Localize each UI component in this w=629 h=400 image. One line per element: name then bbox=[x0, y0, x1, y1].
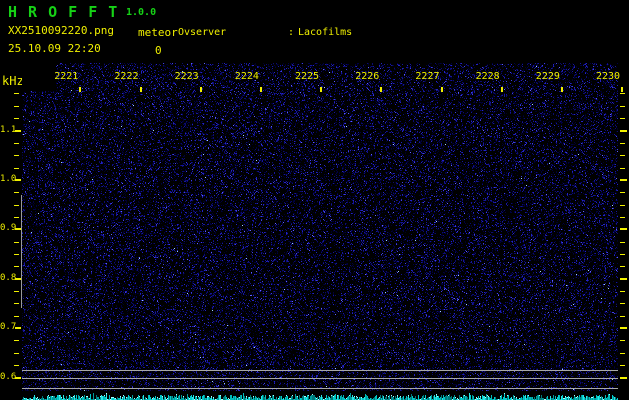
y-axis-minor-tick bbox=[14, 316, 19, 317]
y-axis-minor-tick bbox=[14, 155, 19, 156]
y-axis-minor-tick-right bbox=[620, 93, 625, 94]
y-axis-unit-label: kHz bbox=[2, 74, 24, 88]
y-axis-minor-tick-right bbox=[620, 303, 625, 304]
y-axis-minor-tick bbox=[14, 118, 19, 119]
observation-datetime: 25.10.09 22:20 bbox=[8, 42, 101, 55]
y-axis-major-tick-right bbox=[620, 179, 627, 181]
y-axis-minor-tick bbox=[14, 340, 19, 341]
marker-line-1 bbox=[22, 370, 618, 371]
y-axis-minor-tick bbox=[14, 353, 19, 354]
y-axis-minor-tick-right bbox=[620, 291, 625, 292]
y-axis-minor-tick bbox=[14, 365, 19, 366]
y-axis-minor-tick-right bbox=[620, 217, 625, 218]
hrofft-window: H R O F F T 1.0.0 XX2510092220.png meteo… bbox=[0, 0, 629, 400]
y-axis-minor-tick-right bbox=[620, 155, 625, 156]
y-axis-minor-tick bbox=[14, 168, 19, 169]
output-filename: XX2510092220.png bbox=[8, 24, 114, 37]
x-axis-tick-label: 2229 bbox=[534, 71, 560, 82]
x-axis-tick bbox=[200, 87, 202, 92]
x-axis-tick bbox=[441, 87, 443, 92]
mode-label: meteor bbox=[138, 26, 178, 39]
x-axis-tick-label: 2227 bbox=[414, 71, 440, 82]
marker-line-3 bbox=[22, 388, 618, 389]
y-axis-minor-tick bbox=[14, 266, 19, 267]
y-axis-minor-tick bbox=[14, 242, 19, 243]
x-axis-tick-label: 2222 bbox=[113, 71, 139, 82]
info-label: Ovserver bbox=[178, 27, 288, 39]
y-axis-major-tick-right bbox=[620, 327, 627, 329]
signal-level-trace bbox=[22, 392, 618, 400]
y-axis-minor-tick bbox=[14, 205, 19, 206]
info-row-observer: Ovserver: Lacofilms bbox=[178, 27, 436, 39]
y-axis-minor-tick-right bbox=[620, 340, 625, 341]
y-axis-minor-tick bbox=[14, 303, 19, 304]
y-axis-minor-tick bbox=[14, 291, 19, 292]
y-axis-tick-label: 0.9 bbox=[0, 223, 15, 233]
y-axis-major-tick-right bbox=[620, 130, 627, 132]
info-value: Lacofilms bbox=[298, 27, 352, 39]
x-axis-tick-label: 2226 bbox=[353, 71, 379, 82]
x-axis-tick-label: 2224 bbox=[233, 71, 259, 82]
x-axis-tick bbox=[260, 87, 262, 92]
marker-line-2 bbox=[22, 378, 618, 379]
y-axis-tick-label: 0.6 bbox=[0, 372, 15, 382]
y-axis-minor-tick bbox=[14, 143, 19, 144]
x-axis-tick-label: 2221 bbox=[52, 71, 78, 82]
y-axis-minor-tick-right bbox=[620, 106, 625, 107]
y-axis-minor-tick-right bbox=[620, 316, 625, 317]
meteor-count: 0 bbox=[155, 44, 162, 57]
x-axis-tick bbox=[79, 87, 81, 92]
spectrogram-canvas bbox=[22, 63, 618, 391]
x-axis-tick bbox=[621, 87, 623, 92]
y-axis-minor-tick-right bbox=[620, 143, 625, 144]
x-axis-tick-label: 2230 bbox=[594, 71, 620, 82]
y-axis-minor-tick-right bbox=[620, 254, 625, 255]
x-axis-tick-label: 2228 bbox=[474, 71, 500, 82]
y-axis-minor-tick-right bbox=[620, 365, 625, 366]
y-axis-minor-tick bbox=[14, 106, 19, 107]
y-axis-minor-tick bbox=[14, 217, 19, 218]
y-axis-minor-tick-right bbox=[620, 192, 625, 193]
y-axis-tick-label: 0.7 bbox=[0, 322, 15, 332]
y-axis-minor-tick bbox=[14, 254, 19, 255]
y-axis-major-tick-right bbox=[620, 278, 627, 280]
y-axis-minor-tick-right bbox=[620, 118, 625, 119]
app-version: 1.0.0 bbox=[126, 7, 156, 18]
left-border-segment bbox=[21, 195, 22, 308]
x-axis-tick-label: 2225 bbox=[293, 71, 319, 82]
y-axis-minor-tick-right bbox=[620, 168, 625, 169]
x-axis-tick bbox=[140, 87, 142, 92]
y-axis-minor-tick bbox=[14, 93, 19, 94]
y-axis-tick-label: 1.0 bbox=[0, 174, 15, 184]
y-axis-minor-tick bbox=[14, 192, 19, 193]
x-axis-tick-label: 2223 bbox=[173, 71, 199, 82]
x-axis-tick bbox=[320, 87, 322, 92]
y-axis-minor-tick-right bbox=[620, 266, 625, 267]
x-axis-tick bbox=[501, 87, 503, 92]
x-axis-tick bbox=[561, 87, 563, 92]
app-title: H R O F F T bbox=[8, 3, 118, 21]
y-axis-tick-label: 0.8 bbox=[0, 273, 15, 283]
y-axis-minor-tick-right bbox=[620, 353, 625, 354]
x-axis-tick bbox=[380, 87, 382, 92]
y-axis-minor-tick-right bbox=[620, 205, 625, 206]
y-axis-tick-label: 1.1 bbox=[0, 125, 15, 135]
y-axis-major-tick-right bbox=[620, 228, 627, 230]
y-axis-minor-tick-right bbox=[620, 242, 625, 243]
y-axis-major-tick-right bbox=[620, 377, 627, 379]
